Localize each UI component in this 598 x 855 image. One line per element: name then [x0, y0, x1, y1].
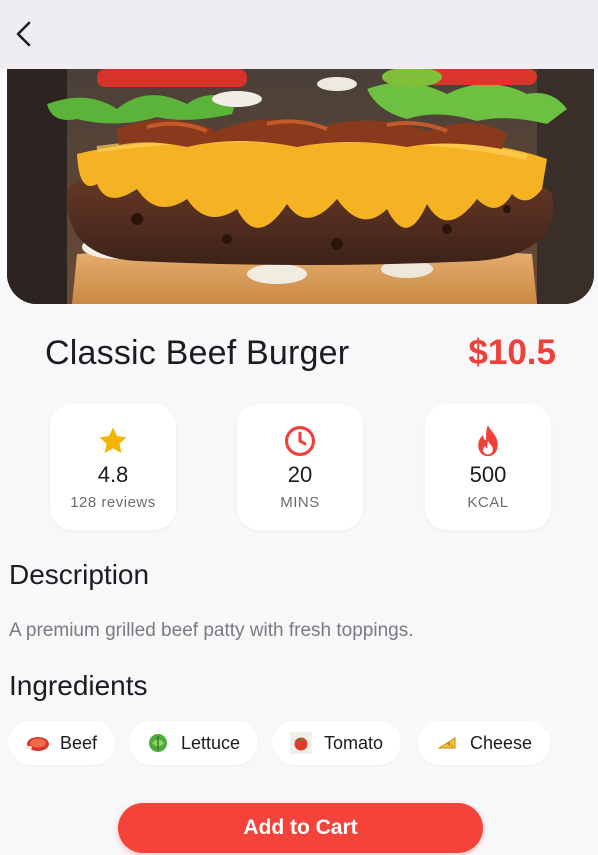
add-to-cart-button[interactable]: Add to Cart: [118, 803, 483, 853]
app-bar: [0, 0, 598, 69]
meat-icon: [25, 737, 49, 751]
description-text: A premium grilled beef patty with fresh …: [9, 620, 414, 641]
clock-icon: [284, 425, 316, 457]
ingredient-chip-cheese[interactable]: Cheese: [418, 721, 551, 765]
ingredients-heading: Ingredients: [9, 670, 148, 701]
back-button[interactable]: [8, 16, 40, 52]
product-image: [7, 69, 594, 304]
cheese-icon: [437, 737, 456, 749]
time-unit: MINS: [280, 494, 320, 511]
rating-card: 4.8 128 reviews: [50, 404, 176, 530]
time-card: 20 MINS: [237, 404, 363, 530]
tomato-icon: [290, 732, 312, 754]
ingredient-label: Lettuce: [181, 732, 241, 753]
description-heading: Description: [9, 559, 150, 590]
calories-value: 500: [469, 462, 507, 487]
product-price: $10.5: [468, 333, 556, 372]
ingredient-label: Cheese: [470, 732, 533, 753]
fire-icon: [478, 425, 498, 457]
ingredient-label: Tomato: [324, 732, 384, 753]
star-icon: [99, 427, 127, 454]
ingredient-label: Beef: [60, 732, 98, 753]
product-name: Classic Beef Burger: [45, 333, 350, 372]
ingredient-chip-beef[interactable]: Beef: [8, 721, 116, 765]
ingredient-chip-tomato[interactable]: Tomato: [272, 721, 402, 765]
back-arrow-icon: [16, 21, 31, 47]
title-row: Classic Beef Burger $10.5: [45, 333, 556, 373]
rating-value: 4.8: [97, 462, 129, 487]
calories-unit: KCAL: [467, 494, 509, 511]
reviews-count: 128 reviews: [70, 494, 156, 511]
lettuce-icon: [149, 734, 167, 752]
calories-card: 500 KCAL: [425, 404, 551, 530]
time-value: 20: [287, 462, 313, 487]
ingredient-chip-lettuce[interactable]: Lettuce: [129, 721, 259, 765]
